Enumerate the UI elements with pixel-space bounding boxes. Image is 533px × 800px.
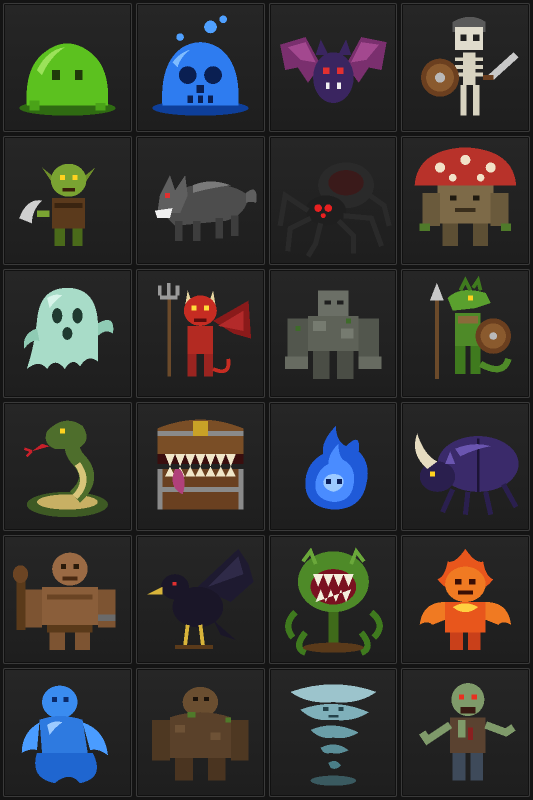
- monster-tile-ghost[interactable]: [3, 269, 132, 398]
- stone-golem-icon: [284, 290, 382, 380]
- blue-skull-slime-icon: [151, 15, 249, 116]
- blue-wisp-icon: [304, 425, 368, 510]
- water-elemental-icon: [21, 685, 108, 784]
- monster-tile-green-slime[interactable]: [3, 3, 132, 132]
- monster-tile-mimic-chest[interactable]: [135, 402, 265, 531]
- monster-tile-cobra[interactable]: [3, 402, 132, 531]
- monster-tile-red-imp[interactable]: [135, 269, 265, 398]
- monster-tile-tornado-spirit[interactable]: [268, 668, 398, 797]
- ogre-icon: [12, 552, 116, 651]
- fire-elemental-icon: [419, 548, 512, 651]
- monster-tile-lizardfolk[interactable]: [401, 269, 530, 398]
- monster-sprite-grid: [3, 3, 530, 797]
- monster-tile-water-elemental[interactable]: [3, 668, 132, 797]
- giant-spider-icon: [277, 162, 392, 258]
- horned-beetle-icon: [415, 433, 519, 516]
- monster-tile-giant-spider[interactable]: [268, 136, 398, 265]
- monster-tile-goblin[interactable]: [3, 136, 132, 265]
- lizardfolk-icon: [430, 275, 512, 380]
- red-imp-icon: [157, 282, 251, 377]
- monster-tile-earth-golem[interactable]: [135, 668, 265, 797]
- cobra-icon: [23, 420, 108, 518]
- carnivorous-plant-icon: [284, 547, 383, 656]
- zombie-icon: [419, 683, 516, 781]
- grey-wolf-icon: [154, 175, 257, 242]
- green-slime-icon: [19, 43, 116, 116]
- monster-tile-blue-wisp[interactable]: [268, 402, 398, 531]
- monster-tile-purple-bat[interactable]: [268, 3, 398, 132]
- monster-tile-mushroom-brute[interactable]: [401, 136, 530, 265]
- monster-tile-carnivorous-plant[interactable]: [268, 535, 398, 664]
- monster-tile-blue-skull-slime[interactable]: [135, 3, 265, 132]
- earth-golem-icon: [151, 686, 249, 781]
- monster-tile-grey-wolf[interactable]: [135, 136, 265, 265]
- skeleton-warrior-icon: [421, 16, 519, 116]
- monster-tile-stone-golem[interactable]: [268, 269, 398, 398]
- monster-tile-horned-beetle[interactable]: [401, 402, 530, 531]
- monster-tile-ogre[interactable]: [3, 535, 132, 664]
- mimic-chest-icon: [157, 419, 244, 510]
- monster-tile-skeleton-warrior[interactable]: [401, 3, 530, 132]
- monster-tile-raven[interactable]: [135, 535, 265, 664]
- tornado-spirit-icon: [289, 684, 376, 786]
- monster-tile-fire-elemental[interactable]: [401, 535, 530, 664]
- monster-tile-zombie[interactable]: [401, 668, 530, 797]
- raven-icon: [146, 548, 254, 649]
- mushroom-brute-icon: [414, 147, 517, 247]
- purple-bat-icon: [279, 37, 387, 103]
- ghost-icon: [23, 287, 114, 369]
- goblin-icon: [19, 163, 96, 247]
